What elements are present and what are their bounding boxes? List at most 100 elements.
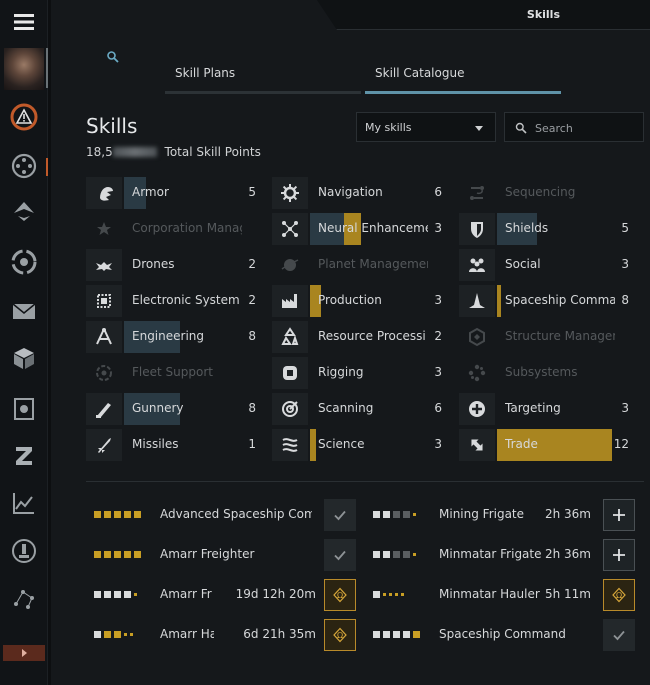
skills-icon[interactable] [6,533,42,569]
svg-text:Ω: Ω [337,631,343,640]
spaceship-command-icon [459,285,495,317]
market-chart-icon[interactable] [6,485,42,521]
mail-icon[interactable] [6,293,42,329]
level-pip [403,511,410,518]
level-pip [413,553,416,556]
plus-button[interactable] [603,499,635,531]
category-count: 8 [621,293,629,307]
skill-category-trade[interactable]: Trade 12 [459,429,635,461]
level-pip [94,591,101,598]
social-icon [459,249,495,281]
skill-level-pips [373,511,416,519]
overview-icon[interactable] [6,244,42,280]
skill-category-shields[interactable]: Shields 5 [459,213,635,245]
omega-button[interactable]: Ω [603,579,635,611]
queue-item[interactable]: Amarr Freighter [86,539,356,571]
svg-text:Ω: Ω [616,591,622,600]
skill-category-subsystems: Subsystems [459,357,635,389]
skill-category-armor[interactable]: Armor 5 [86,177,262,209]
skill-category-structure-managem: Structure Managem [459,321,635,353]
skill-category-navigation[interactable]: Navigation 6 [272,177,448,209]
navigation-icon [272,177,308,209]
queue-item[interactable]: Mining Frigate 2h 36m [365,499,635,531]
queue-item[interactable]: Amarr Fr 19d 12h 20m Ω [86,579,356,611]
queue-skill-name: Advanced Spaceship Com [160,507,312,521]
menu-icon[interactable] [6,4,42,40]
search-box[interactable] [504,112,644,142]
level-pip [403,551,410,558]
category-count: 3 [621,257,629,271]
avatar[interactable] [4,48,44,90]
skill-category-gunnery[interactable]: Gunnery 8 [86,393,262,425]
skill-category-science[interactable]: Science 3 [272,429,448,461]
skill-category-resource-processi[interactable]: Resource Processi 2 [272,321,448,353]
skill-category-production[interactable]: Production 3 [272,285,448,317]
category-count: 3 [434,365,442,379]
expand-sidebar-button[interactable] [3,645,45,661]
check-button[interactable] [324,499,356,531]
queue-item[interactable]: Minmatar Frigate 2h 36m [365,539,635,571]
queue-item[interactable]: Minmatar Hauler 5h 11m Ω [365,579,635,611]
industry-icon[interactable] [6,391,42,427]
skill-category-drones[interactable]: Drones 2 [86,249,262,281]
agency-icon[interactable] [6,148,42,184]
search-icon [515,122,527,134]
level-pip [403,631,410,638]
category-label: Navigation [318,185,383,199]
level-pip [383,511,390,518]
tab-skill-catalogue[interactable]: Skill Catalogue [365,62,561,94]
category-training-fill [310,429,316,461]
level-pip [401,593,404,596]
skill-level-pips [94,511,141,519]
tab-skill-plans[interactable]: Skill Plans [165,62,361,94]
resource-processing-icon [272,321,308,353]
skill-category-neural-enhanceme[interactable]: Neural Enhanceme 3 [272,213,448,245]
science-icon [272,429,308,461]
check-button[interactable] [324,539,356,571]
skill-category-spaceship-command[interactable]: Spaceship Command 8 [459,285,635,317]
level-pip [373,551,380,558]
category-label: Social [505,257,541,271]
skill-category-rigging[interactable]: Rigging 3 [272,357,448,389]
queue-item[interactable]: Spaceship Command [365,619,635,651]
skill-category-scanning[interactable]: Scanning 6 [272,393,448,425]
skill-category-engineering[interactable]: Engineering 8 [86,321,262,353]
inventory-icon[interactable] [6,340,42,376]
skill-category-social[interactable]: Social 3 [459,249,635,281]
skill-category-electronic-system[interactable]: Electronic System 2 [86,285,262,317]
window-title-bar[interactable]: Skills [317,0,650,30]
level-pip [124,511,131,518]
category-label: Trade [505,437,538,451]
avatar-indicator [46,48,48,88]
skill-category-missiles[interactable]: Missiles 1 [86,429,262,461]
queue-item[interactable]: Advanced Spaceship Com [86,499,356,531]
missiles-icon [86,429,122,461]
skill-category-targeting[interactable]: Targeting 3 [459,393,635,425]
plus-button[interactable] [603,539,635,571]
category-count: 3 [434,293,442,307]
omega-button[interactable]: Ω [324,619,356,651]
queue-item[interactable]: Amarr Hau 6d 21h 35m Ω [86,619,356,651]
search-icon[interactable] [106,50,120,64]
search-input[interactable] [535,119,635,137]
starmap-icon[interactable] [6,580,42,616]
queue-skill-name: Amarr Hau [160,627,214,641]
skill-category-planet-managemer: Planet Managemer [272,249,448,281]
skill-level-pips [373,551,416,559]
category-label: Fleet Support [132,365,213,379]
production-icon [272,285,308,317]
check-icon [334,510,346,521]
level-pip [130,633,133,636]
omega-button[interactable]: Ω [324,579,356,611]
skill-filter-dropdown[interactable]: My skills [356,112,496,142]
alert-icon[interactable] [6,99,42,135]
active-indicator [46,158,48,176]
category-label: Drones [132,257,175,271]
check-button[interactable] [603,619,635,651]
fitting-icon[interactable] [6,193,42,229]
zkill-icon[interactable] [6,438,42,474]
level-pip [373,631,380,638]
category-count: 1 [248,437,256,451]
scanning-icon [272,393,308,425]
total-skill-points: 18,5 Total Skill Points [86,145,261,159]
